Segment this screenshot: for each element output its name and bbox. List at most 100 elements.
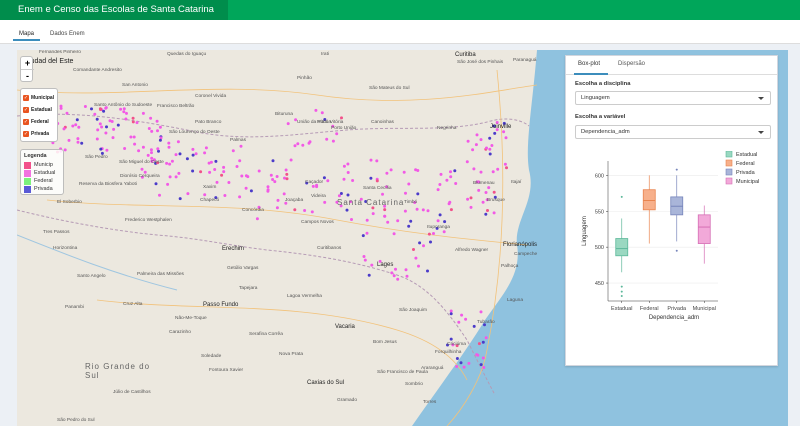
school-marker[interactable] [273, 180, 277, 184]
school-marker[interactable] [77, 125, 81, 129]
school-marker[interactable] [472, 324, 476, 328]
school-marker[interactable] [76, 140, 80, 144]
school-marker[interactable] [140, 167, 144, 171]
school-marker[interactable] [93, 112, 97, 116]
school-marker[interactable] [185, 157, 189, 161]
school-marker[interactable] [481, 356, 485, 360]
school-marker[interactable] [503, 162, 507, 166]
school-marker[interactable] [244, 186, 248, 190]
school-marker[interactable] [296, 142, 300, 146]
school-marker[interactable] [337, 194, 341, 198]
school-marker[interactable] [505, 166, 508, 170]
school-marker[interactable] [220, 173, 224, 177]
school-marker[interactable] [361, 234, 365, 238]
school-marker[interactable] [275, 206, 279, 210]
school-marker[interactable] [416, 192, 420, 196]
school-marker[interactable] [154, 182, 158, 186]
school-marker[interactable] [314, 108, 318, 112]
school-marker[interactable] [346, 171, 350, 174]
school-marker[interactable] [156, 147, 160, 151]
school-marker[interactable] [404, 191, 407, 195]
school-marker[interactable] [427, 232, 431, 236]
layer-toggle-municipal[interactable]: ✓ Municipal [23, 92, 55, 104]
checkbox-icon[interactable]: ✓ [23, 119, 29, 125]
school-marker[interactable] [325, 137, 329, 141]
school-marker[interactable] [496, 167, 500, 171]
school-marker[interactable] [396, 219, 400, 223]
school-marker[interactable] [131, 116, 135, 120]
box-federal[interactable] [642, 189, 656, 211]
school-marker[interactable] [104, 131, 108, 135]
school-marker[interactable] [484, 336, 488, 340]
school-marker[interactable] [100, 125, 104, 129]
school-marker[interactable] [176, 140, 180, 144]
school-marker[interactable] [238, 195, 242, 199]
school-marker[interactable] [276, 198, 280, 202]
school-marker[interactable] [445, 178, 449, 182]
checkbox-icon[interactable]: ✓ [23, 131, 29, 137]
school-marker[interactable] [484, 191, 488, 194]
school-marker[interactable] [403, 209, 407, 213]
school-marker[interactable] [436, 188, 440, 192]
school-marker[interactable] [239, 144, 243, 148]
school-marker[interactable] [310, 210, 314, 214]
school-marker[interactable] [255, 217, 259, 221]
school-marker[interactable] [315, 185, 319, 189]
school-marker[interactable] [275, 175, 279, 178]
school-marker[interactable] [231, 149, 235, 153]
school-marker[interactable] [447, 202, 451, 206]
school-marker[interactable] [322, 176, 326, 180]
school-marker[interactable] [340, 116, 343, 120]
school-marker[interactable] [155, 119, 159, 123]
school-marker[interactable] [286, 122, 290, 126]
school-marker[interactable] [223, 194, 227, 197]
school-marker[interactable] [467, 361, 471, 365]
school-marker[interactable] [59, 106, 63, 110]
school-marker[interactable] [383, 214, 387, 218]
school-marker[interactable] [95, 117, 99, 121]
school-marker[interactable] [149, 148, 153, 152]
school-marker[interactable] [311, 184, 315, 188]
school-marker[interactable] [394, 267, 397, 271]
school-marker[interactable] [119, 107, 123, 111]
school-marker[interactable] [131, 120, 135, 124]
school-marker[interactable] [432, 232, 435, 235]
school-marker[interactable] [474, 143, 478, 147]
school-marker[interactable] [438, 183, 442, 186]
school-marker[interactable] [165, 161, 169, 165]
school-marker[interactable] [326, 179, 330, 183]
school-marker[interactable] [124, 117, 128, 121]
school-marker[interactable] [238, 159, 242, 163]
school-marker[interactable] [485, 146, 488, 150]
school-marker[interactable] [342, 177, 346, 181]
school-marker[interactable] [369, 176, 373, 180]
school-marker[interactable] [186, 192, 190, 196]
school-marker[interactable] [67, 138, 71, 142]
school-marker[interactable] [174, 153, 178, 157]
school-marker[interactable] [158, 138, 162, 142]
school-marker[interactable] [283, 176, 286, 180]
school-marker[interactable] [453, 169, 457, 173]
school-marker[interactable] [426, 209, 430, 213]
school-marker[interactable] [178, 197, 182, 201]
school-marker[interactable] [479, 310, 483, 314]
school-marker[interactable] [240, 174, 244, 178]
school-marker[interactable] [170, 159, 174, 163]
school-marker[interactable] [422, 244, 425, 248]
box-municipal[interactable] [697, 214, 711, 244]
school-marker[interactable] [191, 169, 195, 173]
school-marker[interactable] [404, 268, 408, 272]
school-marker[interactable] [392, 232, 396, 236]
school-marker[interactable] [367, 273, 371, 277]
school-marker[interactable] [129, 135, 133, 139]
school-marker[interactable] [150, 151, 153, 155]
school-marker[interactable] [141, 145, 145, 149]
school-marker[interactable] [487, 186, 491, 190]
school-marker[interactable] [438, 213, 442, 217]
school-marker[interactable] [454, 182, 458, 185]
school-marker[interactable] [293, 144, 297, 148]
school-marker[interactable] [132, 135, 136, 139]
school-marker[interactable] [80, 141, 84, 145]
school-marker[interactable] [203, 193, 207, 197]
school-marker[interactable] [135, 121, 139, 125]
